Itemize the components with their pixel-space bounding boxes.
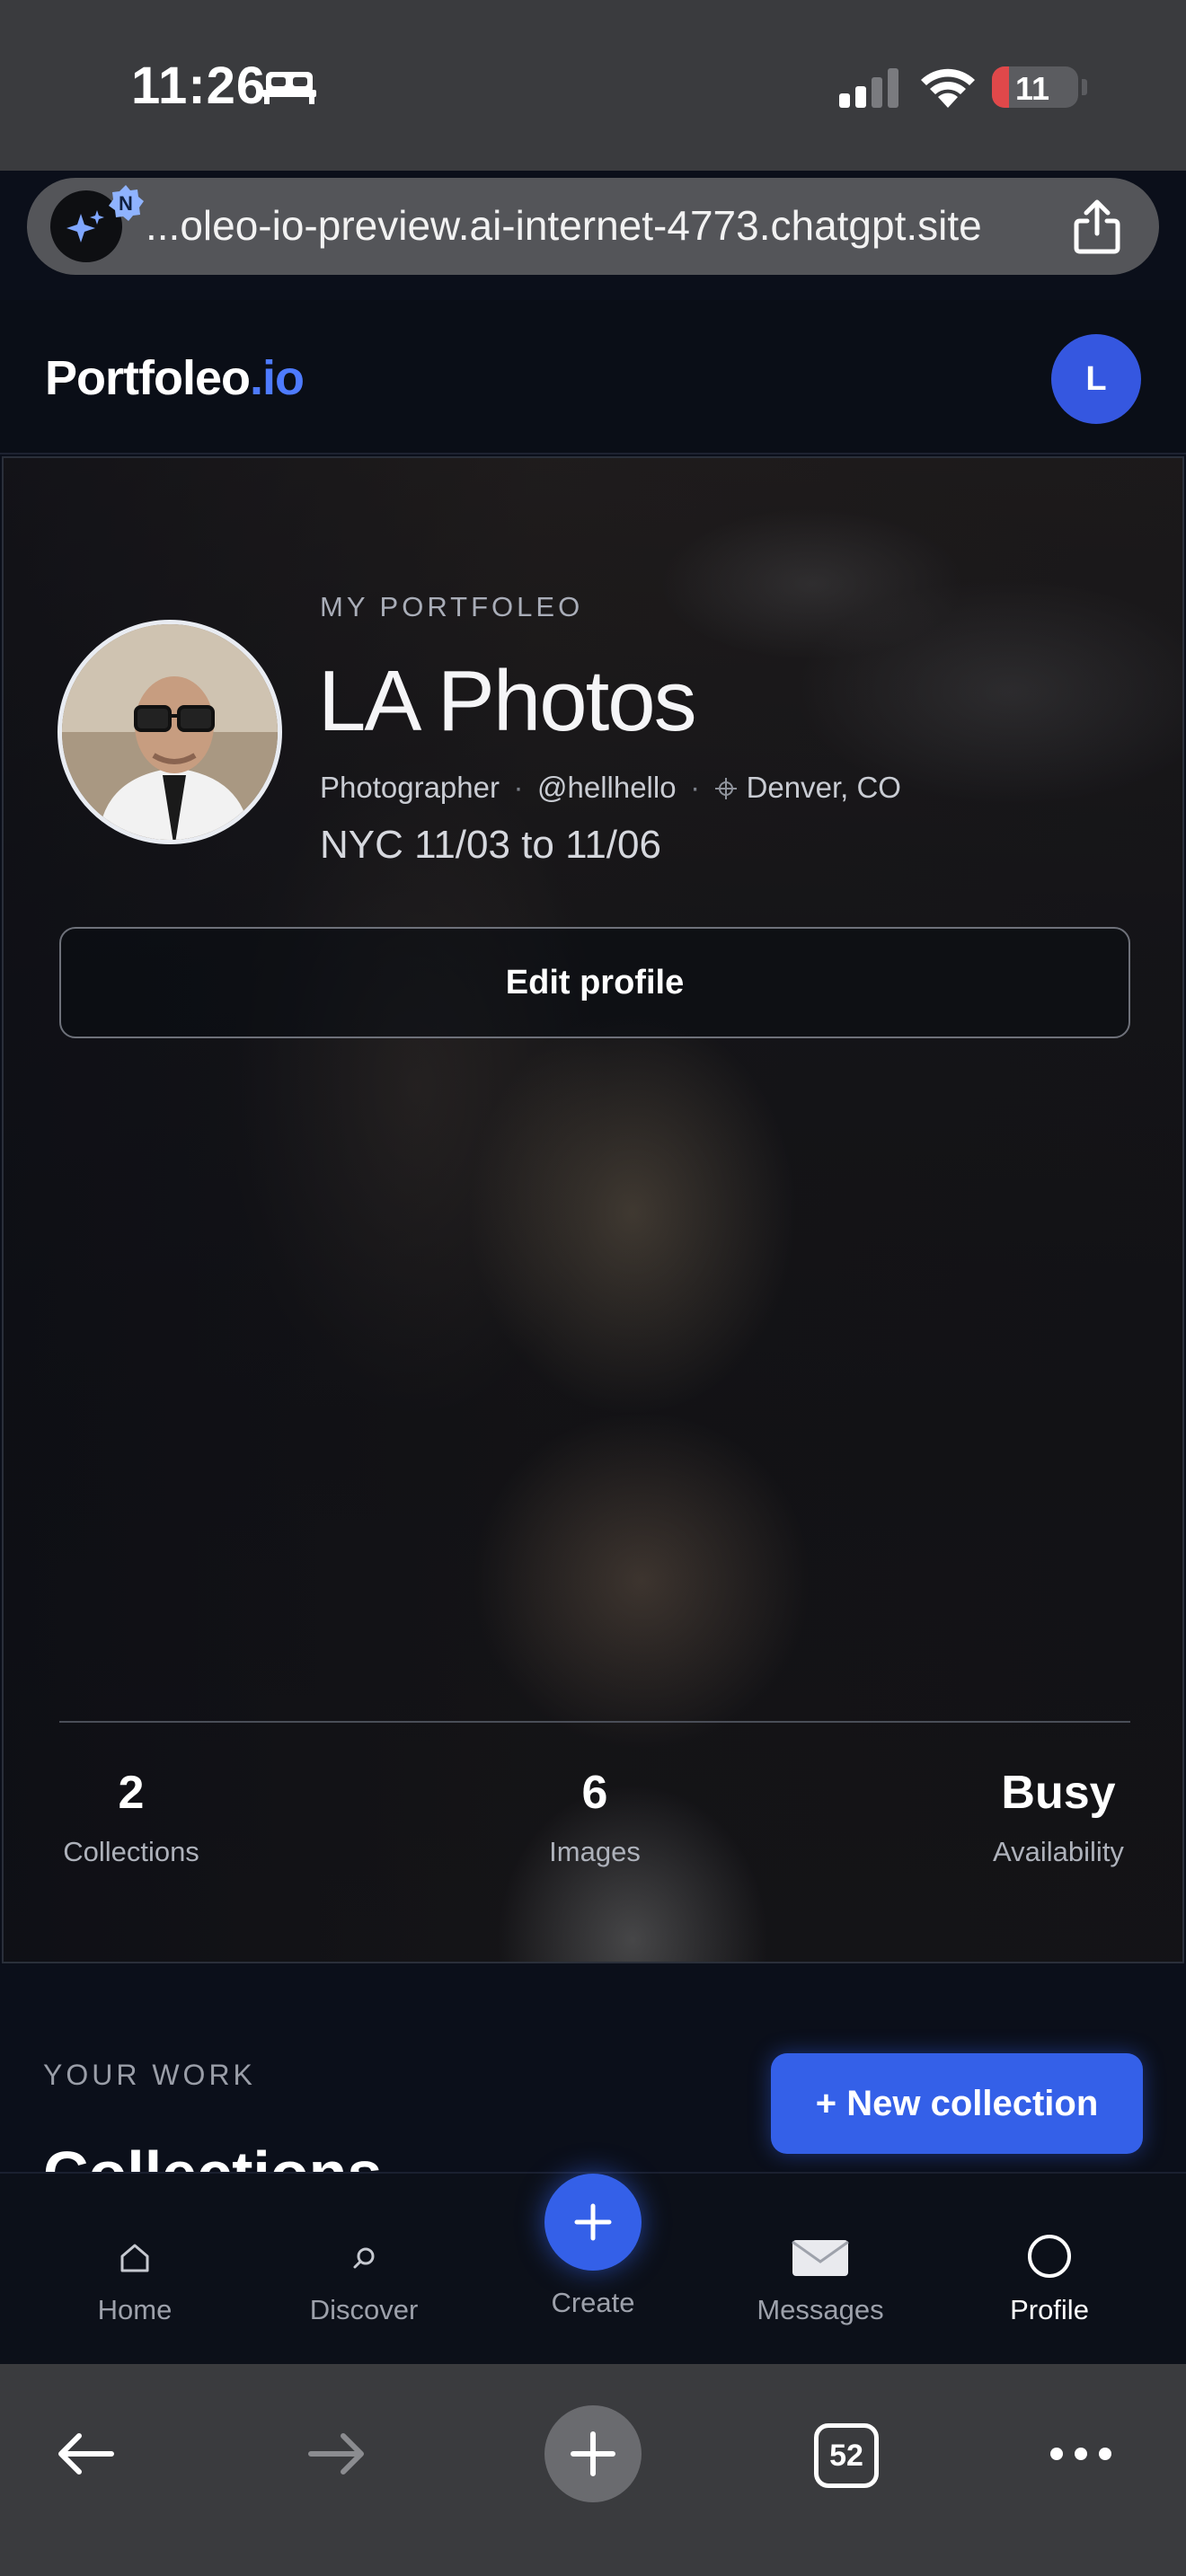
- stat-label: Availability: [993, 1836, 1124, 1867]
- your-work-eyebrow: YOUR WORK: [43, 2059, 256, 2091]
- battery-icon: 11: [992, 66, 1078, 108]
- nav-profile[interactable]: Profile: [960, 2229, 1139, 2326]
- profile-title: LA Photos: [318, 653, 697, 749]
- logo-main: Portfoleo: [45, 351, 251, 405]
- url-bar[interactable]: N ...oleo-io-preview.ai-internet-4773.ch…: [27, 178, 1159, 275]
- url-text[interactable]: ...oleo-io-preview.ai-internet-4773.chat…: [146, 201, 982, 250]
- forward-arrow-icon[interactable]: [305, 2427, 368, 2481]
- stat-images[interactable]: 6 Images: [523, 1766, 667, 1868]
- stat-value: 2: [118, 1767, 145, 1819]
- share-icon[interactable]: [1071, 199, 1123, 255]
- profile-circle-icon: [1028, 2235, 1071, 2278]
- nav-label: Profile: [1010, 2294, 1089, 2325]
- stat-availability[interactable]: Busy Availability: [978, 1766, 1139, 1868]
- tabs-icon[interactable]: 52: [814, 2423, 879, 2488]
- search-icon: [353, 2247, 375, 2269]
- profile-handle[interactable]: @hellhello: [537, 771, 677, 804]
- home-icon: [120, 2244, 149, 2272]
- plus-icon: [574, 2203, 612, 2241]
- collections-heading: Collections: [43, 2139, 383, 2174]
- bed-icon: [262, 72, 316, 104]
- logo-accent: .io: [250, 351, 305, 405]
- new-tab-plus-icon[interactable]: [544, 2405, 642, 2502]
- stats-divider: [59, 1721, 1130, 1723]
- svg-text:N: N: [119, 192, 133, 215]
- profile-role: Photographer: [320, 771, 500, 804]
- nav-label: Messages: [757, 2294, 884, 2325]
- nav-discover[interactable]: Discover: [274, 2229, 454, 2326]
- create-button[interactable]: [544, 2174, 642, 2271]
- portfolio-eyebrow: MY PORTFOLEO: [320, 591, 584, 622]
- stat-value: 6: [581, 1767, 608, 1819]
- status-time: 11:26: [131, 57, 267, 115]
- separator-dot: ·: [513, 771, 524, 804]
- wifi-icon: [921, 68, 975, 108]
- stat-value: Busy: [1001, 1767, 1116, 1819]
- notification-badge-icon: N: [109, 185, 144, 221]
- app-header: Portfoleo.io L: [0, 300, 1186, 454]
- battery-cap: [1082, 79, 1087, 95]
- status-bar: 11:26 11 N ...oleo-io-preview.ai-interne…: [0, 0, 1186, 275]
- nav-label: Home: [97, 2294, 173, 2325]
- location-pin-icon: [714, 778, 737, 799]
- nav-messages[interactable]: Messages: [730, 2229, 910, 2326]
- user-avatar-button[interactable]: L: [1051, 334, 1141, 424]
- profile-meta: Photographer · @hellhello · Denver, CO: [320, 771, 901, 805]
- nav-home[interactable]: Home: [45, 2229, 225, 2326]
- stat-collections[interactable]: 2 Collections: [59, 1766, 203, 1868]
- availability-dates: NYC 11/03 to 11/06: [320, 823, 661, 867]
- cellular-signal-icon: [839, 68, 898, 108]
- back-arrow-icon[interactable]: [54, 2427, 117, 2481]
- profile-avatar: [58, 620, 282, 844]
- battery-level: 11: [1014, 70, 1050, 107]
- stat-label: Collections: [63, 1836, 199, 1867]
- stat-label: Images: [549, 1836, 641, 1867]
- nav-label: Discover: [309, 2294, 419, 2325]
- new-collection-button[interactable]: + New collection: [771, 2053, 1143, 2154]
- separator-dot: ·: [690, 771, 701, 804]
- app-logo[interactable]: Portfoleo.io: [45, 350, 305, 406]
- edit-profile-button[interactable]: Edit profile: [59, 927, 1130, 1038]
- profile-hero: MY PORTFOLEO LA Photos Photographer · @hel…: [2, 456, 1184, 1963]
- more-icon[interactable]: [1048, 2445, 1114, 2463]
- browser-toolbar: 52: [0, 2364, 1186, 2576]
- create-label: Create: [551, 2287, 635, 2318]
- profile-location: Denver, CO: [746, 771, 901, 804]
- envelope-icon: [792, 2240, 849, 2276]
